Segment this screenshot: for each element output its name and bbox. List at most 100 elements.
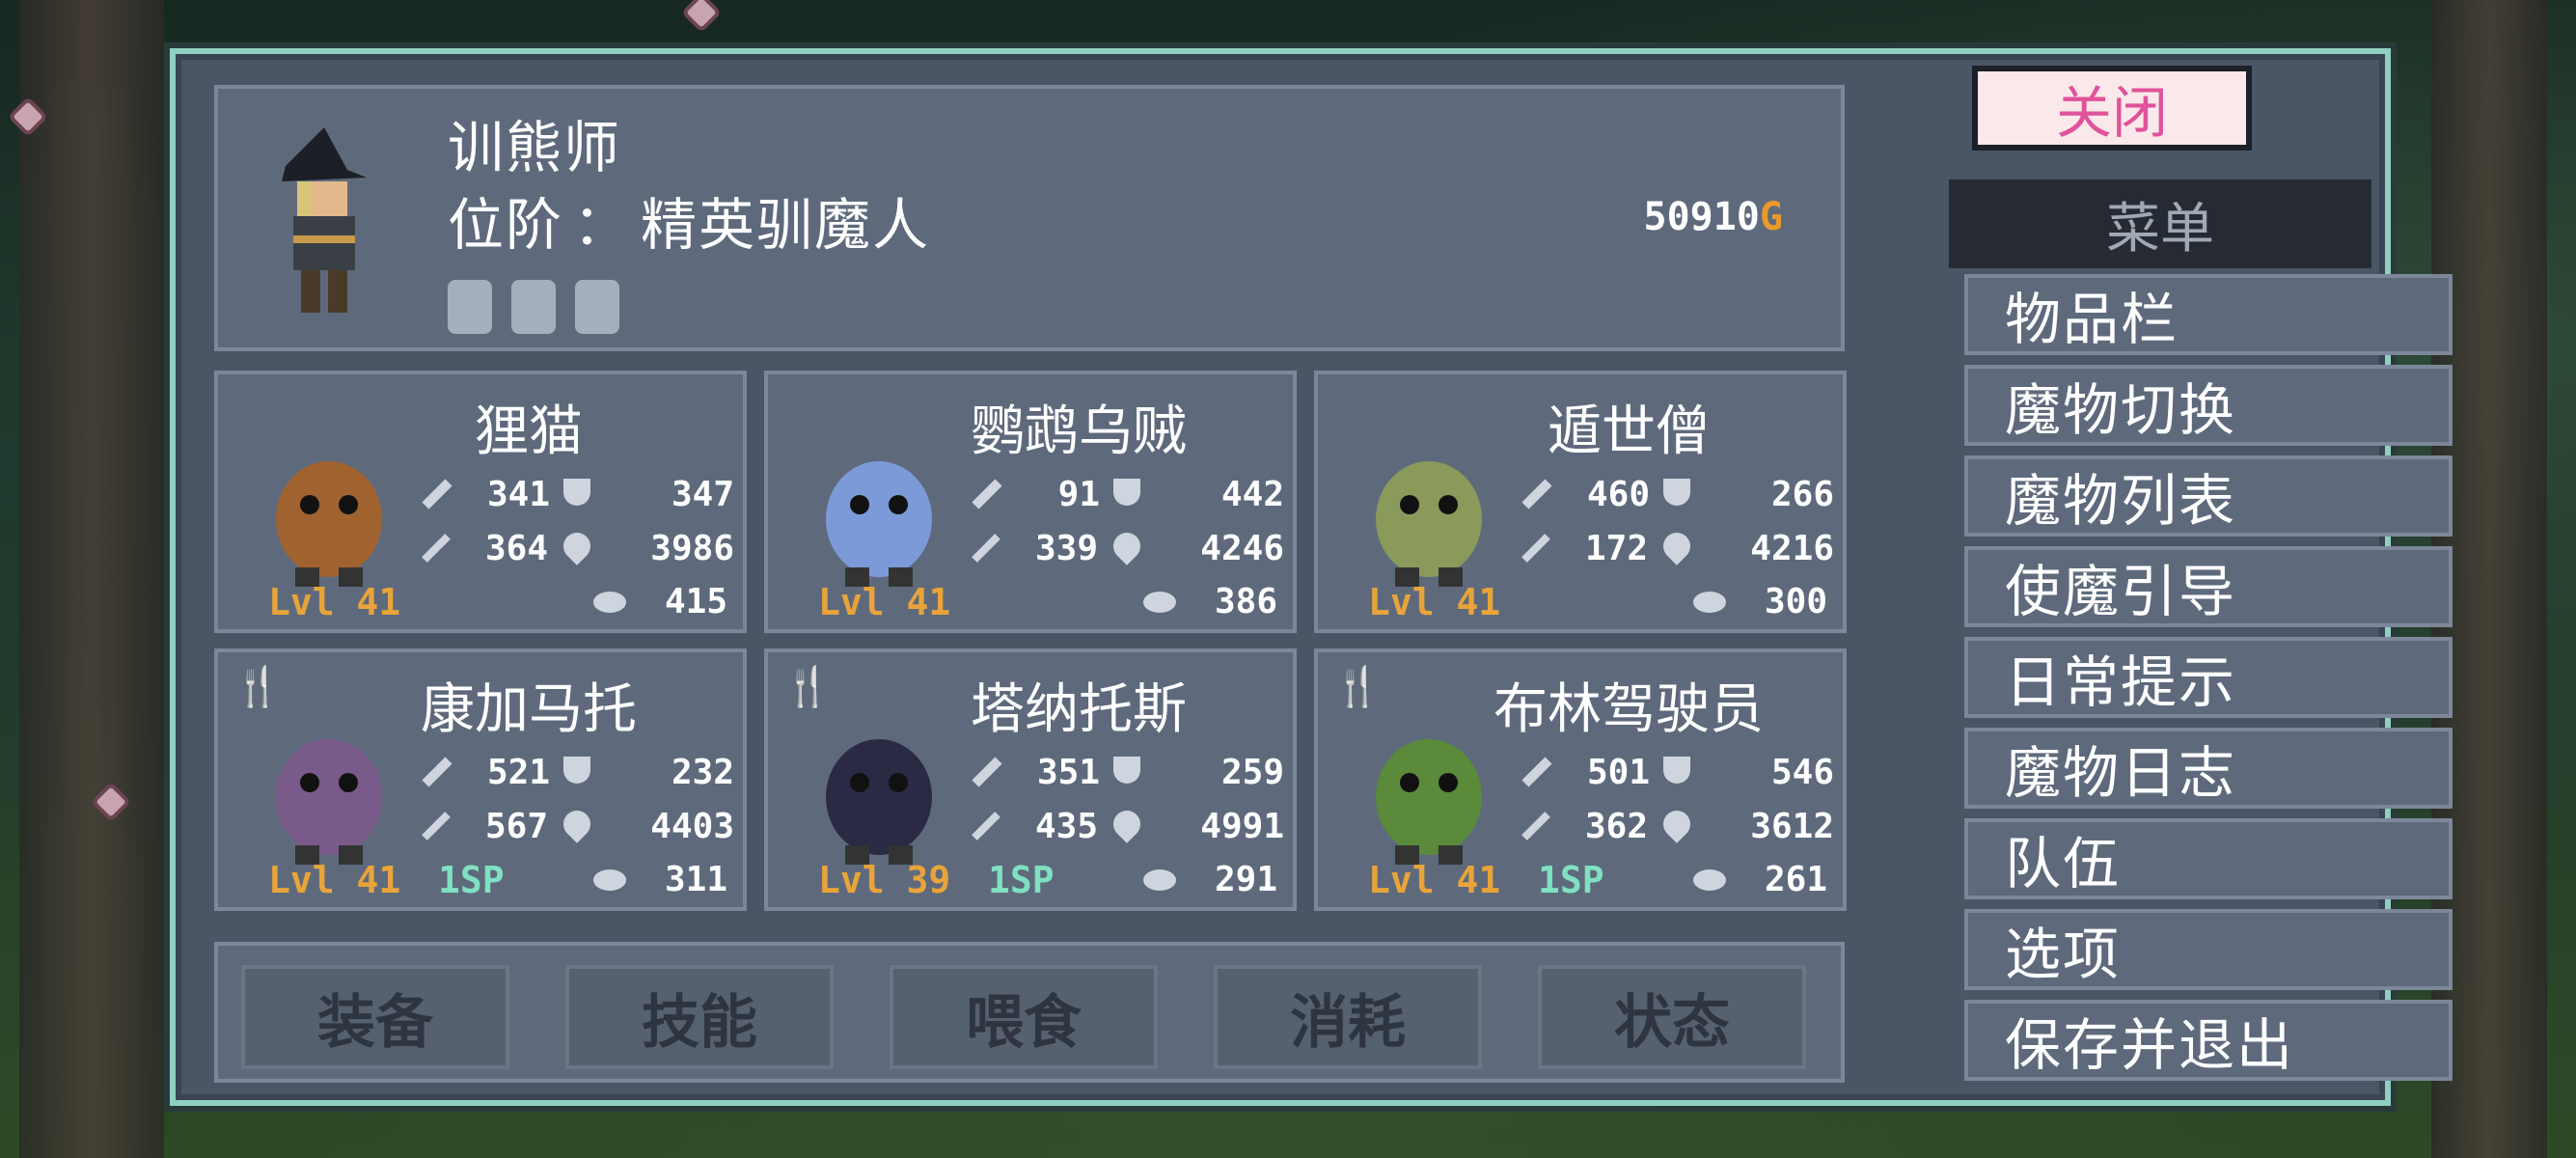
- stone-icon: [1692, 868, 1726, 891]
- stat-magic: 435: [1034, 806, 1098, 846]
- stat-row-magic: 435 4991: [971, 799, 1284, 853]
- stat-defense: 347: [671, 474, 734, 514]
- player-rank: 位阶：精英驯魔人: [448, 179, 930, 261]
- stone-icon: [1692, 591, 1726, 613]
- stat-attack: 521: [486, 752, 550, 792]
- stat-magic: 567: [484, 806, 548, 846]
- staff-icon: [1521, 812, 1550, 841]
- stat-magic: 364: [484, 528, 548, 568]
- party-window: 训熊师 位阶：精英驯魔人 50910G 狸猫 341 347 364 3986 …: [170, 48, 2453, 1106]
- sword-icon: [1521, 479, 1552, 510]
- shield-icon: [1663, 756, 1690, 784]
- shield-icon: [1663, 478, 1690, 506]
- background-flower: [686, 0, 717, 28]
- stone-icon: [592, 868, 626, 891]
- menu-item-save-quit[interactable]: 保存并退出: [1964, 1000, 2453, 1081]
- shield-icon: [1113, 478, 1140, 506]
- stat-stone: 415: [664, 582, 727, 621]
- gloves-icon: [448, 280, 492, 334]
- monster-card[interactable]: 鹦鹉乌贼 91 442 339 4246 Lvl 41 386: [764, 371, 1297, 633]
- stone-stat: 311: [592, 860, 727, 899]
- stat-row-attack: 460 266: [1521, 467, 1834, 521]
- stat-stone: 261: [1764, 860, 1827, 899]
- menu-item-party[interactable]: 队伍: [1964, 818, 2453, 899]
- stat-attack: 501: [1586, 752, 1650, 792]
- stat-defense: 442: [1220, 474, 1284, 514]
- menu-item-monster-journal[interactable]: 魔物日志: [1964, 728, 2453, 809]
- menu-item-daily-tips[interactable]: 日常提示: [1964, 637, 2453, 718]
- tab-feed[interactable]: 喂食: [890, 965, 1158, 1069]
- stat-defense: 546: [1770, 752, 1834, 792]
- heart-icon: [1108, 804, 1146, 843]
- stat-hp: 3612: [1750, 806, 1834, 846]
- stone-stat: 261: [1692, 860, 1827, 899]
- stat-stone: 291: [1214, 860, 1277, 899]
- stat-magic: 362: [1584, 806, 1648, 846]
- stat-stone: 311: [664, 860, 727, 899]
- shield-icon: [1113, 756, 1140, 784]
- monster-level: Lvl 41: [268, 859, 401, 901]
- stat-hp: 4403: [650, 806, 734, 846]
- menu-item-familiar-guide[interactable]: 使魔引导: [1964, 546, 2453, 627]
- skill-points: 1SP: [988, 859, 1055, 901]
- menu-item-monster-list[interactable]: 魔物列表: [1964, 455, 2453, 537]
- stat-defense: 232: [671, 752, 734, 792]
- rank-value: 精英驯魔人: [641, 192, 931, 258]
- tab-skills[interactable]: 技能: [565, 965, 834, 1069]
- shield-icon: [563, 478, 590, 506]
- stat-row-magic: 172 4216: [1521, 521, 1834, 575]
- monster-card[interactable]: 🍴 塔纳托斯 351 259 435 4991 Lvl 39 1SP 291: [764, 648, 1297, 911]
- menu-title: 菜单: [1949, 179, 2371, 268]
- stone-stat: 415: [592, 582, 727, 621]
- staff-icon: [422, 812, 451, 841]
- heart-icon: [1658, 804, 1696, 843]
- side-menu: 物品栏 魔物切换 魔物列表 使魔引导 日常提示 魔物日志 队伍 选项 保存并退出: [1964, 274, 2453, 1090]
- stat-attack: 351: [1036, 752, 1100, 792]
- stat-attack: 341: [486, 474, 550, 514]
- monster-stats: 501 546 362 3612: [1521, 745, 1834, 853]
- stat-hp: 4216: [1750, 528, 1834, 568]
- stat-row-magic: 339 4246: [971, 521, 1284, 575]
- stone-icon: [1142, 868, 1176, 891]
- stone-stat: 300: [1692, 582, 1827, 621]
- staff-icon: [972, 812, 1000, 841]
- rank-label: 位阶: [448, 192, 564, 258]
- monster-stats: 91 442 339 4246: [971, 467, 1284, 575]
- monster-stats: 521 232 567 4403: [421, 745, 734, 853]
- stone-icon: [1142, 591, 1176, 613]
- action-tabs: 装备 技能 喂食 消耗 状态: [214, 942, 1845, 1083]
- menu-item-inventory[interactable]: 物品栏: [1964, 274, 2453, 355]
- stat-row-attack: 351 259: [971, 745, 1284, 799]
- shield-icon: [563, 756, 590, 784]
- monster-card[interactable]: 🍴 康加马托 521 232 567 4403 Lvl 41 1SP 311: [214, 648, 747, 911]
- monster-level: Lvl 41: [268, 581, 401, 623]
- stat-row-attack: 341 347: [421, 467, 734, 521]
- stat-magic: 339: [1034, 528, 1098, 568]
- sword-icon: [972, 757, 1002, 787]
- stone-stat: 291: [1142, 860, 1277, 899]
- stat-row-magic: 567 4403: [421, 799, 734, 853]
- sword-icon: [972, 479, 1002, 510]
- stat-stone: 300: [1764, 582, 1827, 621]
- tab-consume[interactable]: 消耗: [1214, 965, 1482, 1069]
- ring-icon: [575, 280, 619, 334]
- stat-attack: 460: [1586, 474, 1650, 514]
- sword-icon: [1521, 757, 1552, 787]
- monster-level: Lvl 41: [1368, 581, 1501, 623]
- player-name: 训熊师: [448, 115, 622, 180]
- monster-card[interactable]: 🍴 布林驾驶员 501 546 362 3612 Lvl 41 1SP 261: [1314, 648, 1847, 911]
- stat-hp: 4246: [1200, 528, 1284, 568]
- monster-card[interactable]: 遁世僧 460 266 172 4216 Lvl 41 300: [1314, 371, 1847, 633]
- monster-card[interactable]: 狸猫 341 347 364 3986 Lvl 41 415: [214, 371, 747, 633]
- monster-name: 狸猫: [475, 400, 583, 463]
- menu-item-options[interactable]: 选项: [1964, 909, 2453, 990]
- stat-attack: 91: [1057, 474, 1100, 514]
- tab-equip[interactable]: 装备: [241, 965, 509, 1069]
- tab-status[interactable]: 状态: [1538, 965, 1806, 1069]
- skill-points: 1SP: [1538, 859, 1604, 901]
- armor-icon: [511, 280, 556, 334]
- heart-icon: [558, 526, 596, 565]
- menu-item-monster-switch[interactable]: 魔物切换: [1964, 365, 2453, 446]
- stat-defense: 266: [1770, 474, 1834, 514]
- close-button[interactable]: 关闭: [1972, 66, 2252, 151]
